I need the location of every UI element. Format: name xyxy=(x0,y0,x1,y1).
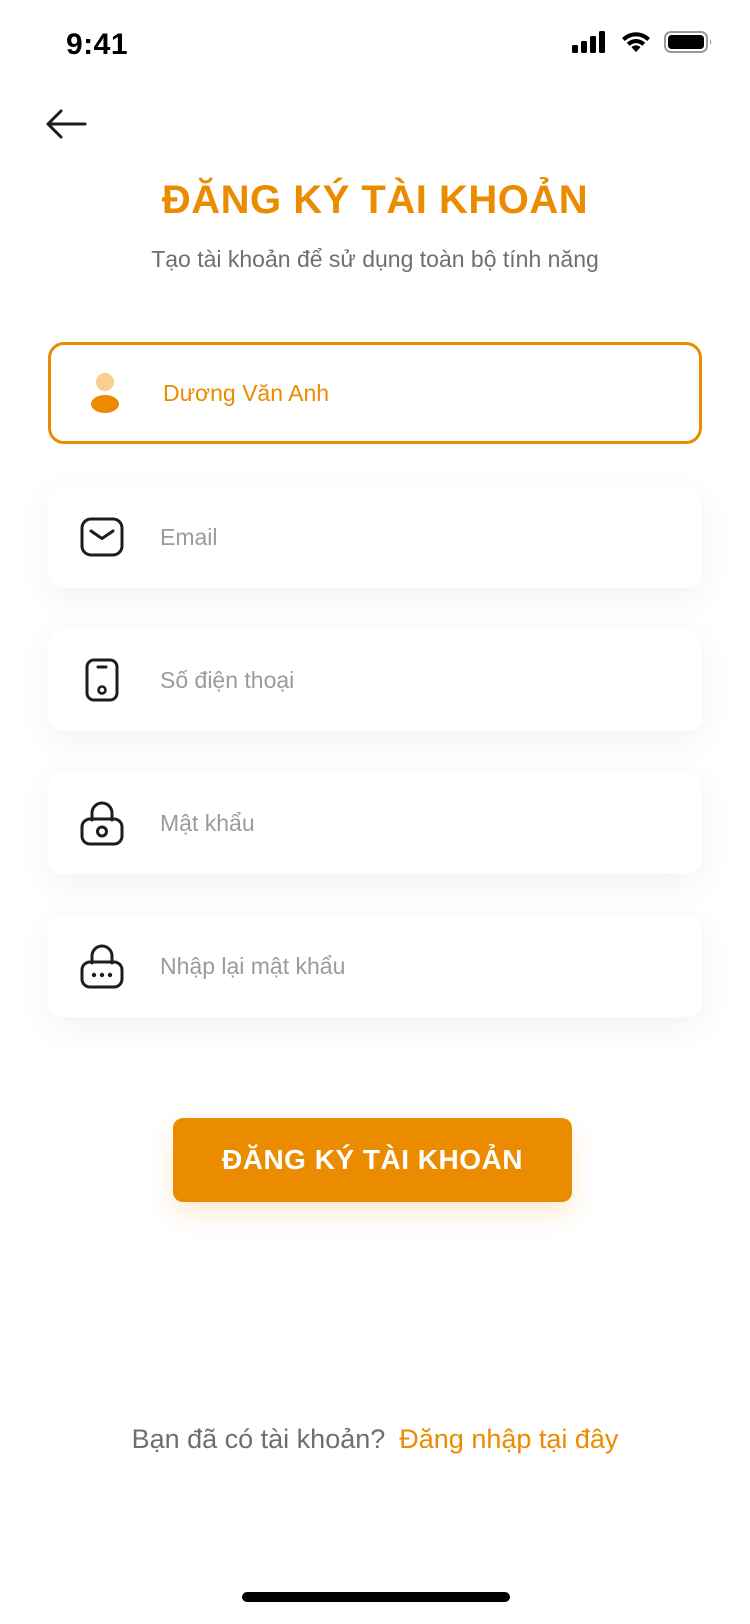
lock-dots-icon xyxy=(78,942,126,990)
battery-icon xyxy=(664,30,714,59)
status-time: 9:41 xyxy=(66,28,129,61)
phone-input[interactable] xyxy=(160,650,678,710)
lock-icon xyxy=(78,799,126,847)
email-input[interactable] xyxy=(160,507,678,567)
login-prompt-text: Bạn đã có tài khoản? xyxy=(131,1424,386,1454)
arrow-left-icon xyxy=(45,109,87,144)
cellular-signal-icon xyxy=(572,30,608,59)
user-icon xyxy=(81,369,129,417)
phone-icon xyxy=(78,656,126,704)
mail-icon xyxy=(78,513,126,561)
phone-field[interactable] xyxy=(48,629,702,731)
password-field[interactable] xyxy=(48,772,702,874)
back-button[interactable] xyxy=(40,100,92,152)
status-icons xyxy=(572,30,714,59)
wifi-icon xyxy=(620,30,652,59)
register-button[interactable]: ĐĂNG KÝ TÀI KHOẢN xyxy=(173,1118,572,1202)
status-bar: 9:41 xyxy=(0,0,750,96)
name-input[interactable] xyxy=(163,363,675,423)
page-subtitle: Tạo tài khoản để sử dụng toàn bộ tính nă… xyxy=(151,246,599,272)
confirm-password-field[interactable] xyxy=(48,915,702,1017)
confirm-password-input[interactable] xyxy=(160,936,678,996)
page-title: ĐĂNG KÝ TÀI KHOẢN xyxy=(161,178,589,222)
login-prompt: Bạn đã có tài khoản? Đăng nhập tại đây xyxy=(0,1424,750,1455)
home-indicator xyxy=(242,1592,510,1602)
login-link[interactable]: Đăng nhập tại đây xyxy=(399,1424,618,1454)
email-field[interactable] xyxy=(48,486,702,588)
password-input[interactable] xyxy=(160,793,678,853)
name-field[interactable] xyxy=(48,342,702,444)
